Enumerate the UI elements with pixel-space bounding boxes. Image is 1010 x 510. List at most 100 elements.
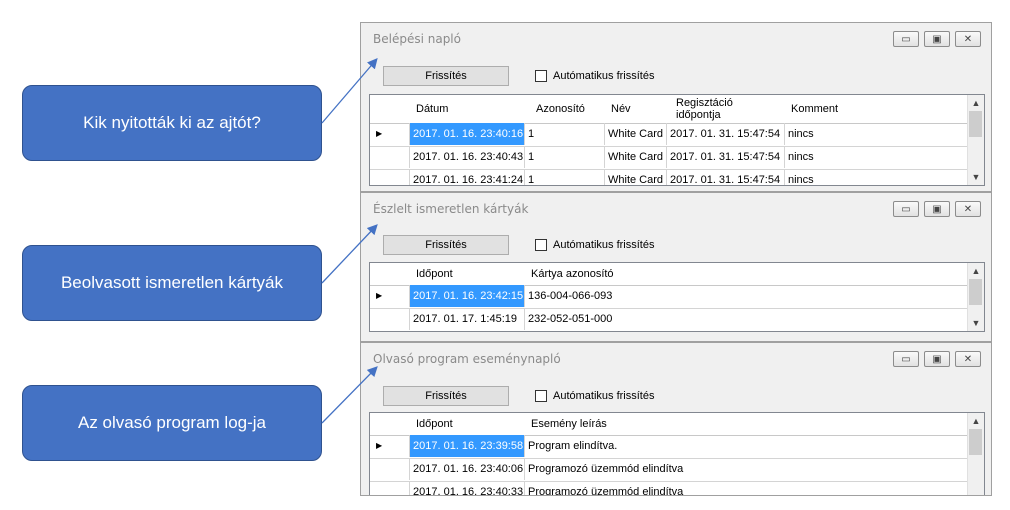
row-header <box>370 458 410 480</box>
table-row[interactable]: 2017. 01. 16. 23:40:06 Programozó üzemmó… <box>370 458 970 482</box>
scroll-down-icon[interactable]: ▼ <box>968 315 984 331</box>
entry-log-window: Belépési napló ▭ ▣ ✕ Frissítés Autómatik… <box>360 22 992 192</box>
column-header[interactable]: Komment <box>785 95 905 123</box>
minimize-button[interactable]: ▭ <box>893 351 919 367</box>
date-cell[interactable]: 2017. 01. 16. 23:40:43 <box>410 146 525 168</box>
restore-button[interactable]: ▣ <box>924 31 950 47</box>
column-header[interactable]: Időpont <box>410 263 525 285</box>
vertical-scrollbar[interactable]: ▲ ▼ <box>967 95 984 185</box>
current-row-indicator: ▶ <box>370 435 410 457</box>
row-header <box>370 169 410 185</box>
grid-header: Időpont Kártya azonosító <box>370 263 968 286</box>
row-header <box>370 308 410 330</box>
checkbox-box[interactable] <box>535 70 547 82</box>
time-cell[interactable]: 2017. 01. 17. 1:45:19 <box>410 308 525 330</box>
table-row[interactable]: 2017. 01. 16. 23:40:43 1 White Card 2017… <box>370 146 970 170</box>
refresh-button[interactable]: Frissítés <box>383 386 509 406</box>
window-title: Észlelt ismeretlen kártyák <box>373 202 529 216</box>
time-cell[interactable]: 2017. 01. 16. 23:40:33 <box>410 481 525 495</box>
refresh-button[interactable]: Frissítés <box>383 66 509 86</box>
name-cell[interactable]: White Card <box>605 169 667 185</box>
column-header[interactable]: Regisztáció időpontja <box>670 95 780 123</box>
checkbox-label: Autómatikus frissítés <box>553 70 655 82</box>
column-header[interactable]: Esemény leírás <box>525 413 825 435</box>
vertical-scrollbar[interactable]: ▲ ▼ <box>967 263 984 331</box>
registration-cell[interactable]: 2017. 01. 31. 15:47:54 <box>667 146 785 168</box>
column-header[interactable]: Azonosító <box>530 95 605 123</box>
window-title: Olvasó program eseménynapló <box>373 352 561 366</box>
id-cell[interactable]: 1 <box>525 146 605 168</box>
close-button[interactable]: ✕ <box>955 351 981 367</box>
table-row[interactable]: 2017. 01. 16. 23:41:24 1 White Card 2017… <box>370 169 970 185</box>
scroll-up-icon[interactable]: ▲ <box>968 95 984 111</box>
event-description-cell[interactable]: Programozó üzemmód elindítva <box>525 458 970 480</box>
checkbox-label: Autómatikus frissítés <box>553 239 655 251</box>
auto-refresh-checkbox[interactable]: Autómatikus frissítés <box>535 239 654 251</box>
scroll-down-icon[interactable]: ▼ <box>968 169 984 185</box>
row-header <box>370 146 410 168</box>
table-row[interactable]: ▶ 2017. 01. 16. 23:39:58 Program elindít… <box>370 435 970 459</box>
scroll-up-icon[interactable]: ▲ <box>968 413 984 429</box>
current-row-indicator: ▶ <box>370 285 410 307</box>
column-header[interactable]: Név <box>605 95 665 123</box>
grid-header: Időpont Esemény leírás <box>370 413 968 436</box>
callout-unknown-cards: Beolvasott ismeretlen kártyák <box>22 245 322 321</box>
column-header[interactable]: Dátum <box>410 95 530 123</box>
scroll-thumb[interactable] <box>969 279 982 305</box>
checkbox-label: Autómatikus frissítés <box>553 390 655 402</box>
column-header[interactable]: Kártya azonosító <box>525 263 725 285</box>
comment-cell[interactable]: nincs <box>785 146 970 168</box>
id-cell[interactable]: 1 <box>525 169 605 185</box>
callout-text: Beolvasott ismeretlen kártyák <box>60 273 284 292</box>
registration-cell[interactable]: 2017. 01. 31. 15:47:54 <box>667 123 785 145</box>
scroll-thumb[interactable] <box>969 111 982 137</box>
scroll-up-icon[interactable]: ▲ <box>968 263 984 279</box>
card-id-cell[interactable]: 232-052-051-000 <box>525 308 970 330</box>
refresh-button[interactable]: Frissítés <box>383 235 509 255</box>
id-cell[interactable]: 1 <box>525 123 605 145</box>
close-button[interactable]: ✕ <box>955 201 981 217</box>
event-description-cell[interactable]: Programozó üzemmód elindítva <box>525 481 970 495</box>
time-cell[interactable]: 2017. 01. 16. 23:40:06 <box>410 458 525 480</box>
minimize-button[interactable]: ▭ <box>893 31 919 47</box>
table-row[interactable]: ▶ 2017. 01. 16. 23:42:15 136-004-066-093 <box>370 285 970 309</box>
comment-cell[interactable]: nincs <box>785 169 970 185</box>
table-row[interactable]: 2017. 01. 16. 23:40:33 Programozó üzemmó… <box>370 481 970 495</box>
reader-event-log-window: Olvasó program eseménynapló ▭ ▣ ✕ Frissí… <box>360 342 992 496</box>
table-row[interactable]: ▶ 2017. 01. 16. 23:40:16 1 White Card 20… <box>370 123 970 147</box>
restore-button[interactable]: ▣ <box>924 351 950 367</box>
callout-text: Kik nyitották ki az ajtót? <box>83 113 261 132</box>
titlebar: Olvasó program eseménynapló ▭ ▣ ✕ <box>361 343 991 371</box>
checkbox-box[interactable] <box>535 390 547 402</box>
registration-cell[interactable]: 2017. 01. 31. 15:47:54 <box>667 169 785 185</box>
titlebar: Belépési napló ▭ ▣ ✕ <box>361 23 991 51</box>
name-cell[interactable]: White Card <box>605 123 667 145</box>
auto-refresh-checkbox[interactable]: Autómatikus frissítés <box>535 70 654 82</box>
column-header[interactable]: Időpont <box>410 413 525 435</box>
time-cell[interactable]: 2017. 01. 16. 23:39:58 <box>410 435 525 457</box>
restore-button[interactable]: ▣ <box>924 201 950 217</box>
row-header <box>370 481 410 495</box>
entry-log-grid: Dátum Azonosító Név Regisztáció időpontj… <box>369 94 985 186</box>
auto-refresh-checkbox[interactable]: Autómatikus frissítés <box>535 390 654 402</box>
callout-text: Az olvasó program log-ja <box>77 413 267 432</box>
time-cell[interactable]: 2017. 01. 16. 23:42:15 <box>410 285 525 307</box>
current-row-indicator: ▶ <box>370 123 410 145</box>
window-title: Belépési napló <box>373 32 461 46</box>
grid-header: Dátum Azonosító Név Regisztáció időpontj… <box>370 95 968 124</box>
date-cell[interactable]: 2017. 01. 16. 23:41:24 <box>410 169 525 185</box>
checkbox-box[interactable] <box>535 239 547 251</box>
table-row[interactable]: 2017. 01. 17. 1:45:19 232-052-051-000 <box>370 308 970 331</box>
minimize-button[interactable]: ▭ <box>893 201 919 217</box>
close-button[interactable]: ✕ <box>955 31 981 47</box>
vertical-scrollbar[interactable]: ▲ <box>967 413 984 495</box>
name-cell[interactable]: White Card <box>605 146 667 168</box>
date-cell[interactable]: 2017. 01. 16. 23:40:16 <box>410 123 525 145</box>
callout-door-openers: Kik nyitották ki az ajtót? <box>22 85 322 161</box>
event-description-cell[interactable]: Program elindítva. <box>525 435 970 457</box>
titlebar: Észlelt ismeretlen kártyák ▭ ▣ ✕ <box>361 193 991 221</box>
comment-cell[interactable]: nincs <box>785 123 970 145</box>
scroll-thumb[interactable] <box>969 429 982 455</box>
unknown-cards-window: Észlelt ismeretlen kártyák ▭ ▣ ✕ Frissít… <box>360 192 992 342</box>
card-id-cell[interactable]: 136-004-066-093 <box>525 285 970 307</box>
